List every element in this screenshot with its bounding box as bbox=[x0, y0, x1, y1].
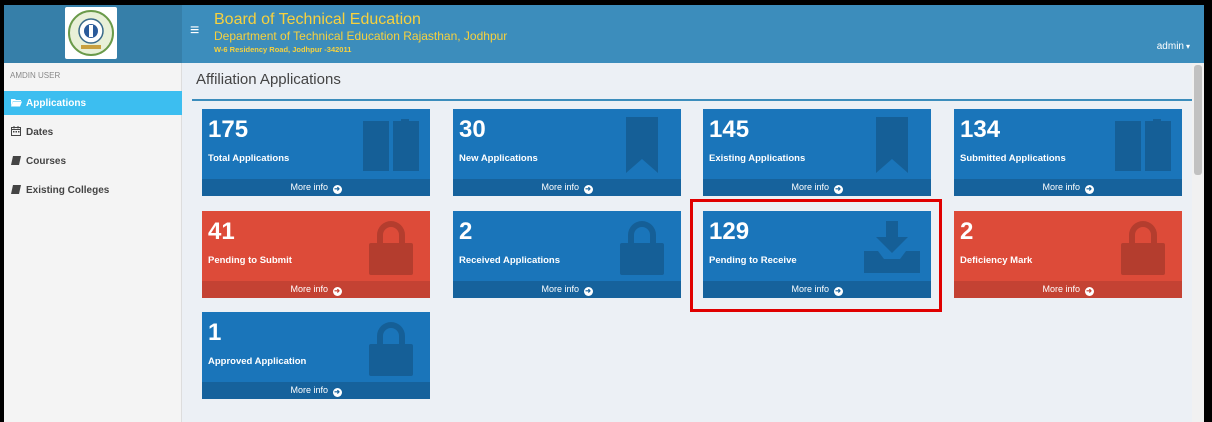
more-info-link[interactable]: More info ➜ bbox=[954, 179, 1182, 196]
more-info-label: More info bbox=[541, 182, 579, 192]
more-info-label: More info bbox=[791, 182, 829, 192]
user-name: admin bbox=[1156, 41, 1184, 52]
more-info-link[interactable]: More info ➜ bbox=[453, 179, 681, 196]
more-info-link[interactable]: More info ➜ bbox=[202, 281, 430, 298]
page-title: Affiliation Applications bbox=[196, 71, 341, 88]
tile-label: Total Applications bbox=[208, 153, 290, 164]
sidebar-toggle-icon[interactable]: ≡ bbox=[190, 23, 199, 39]
book-open-icon bbox=[363, 119, 419, 171]
tile-value: 2 bbox=[459, 218, 473, 245]
sidebar-item-dates[interactable]: Dates bbox=[4, 120, 182, 144]
arrow-circle-right-icon: ➜ bbox=[1084, 287, 1094, 296]
book-open-icon bbox=[1115, 119, 1171, 171]
book-icon bbox=[10, 155, 22, 167]
tile-label: Approved Application bbox=[208, 356, 307, 367]
lock-icon bbox=[1121, 221, 1165, 275]
sidebar-item-label: Applications bbox=[26, 97, 87, 109]
tile-label: Deficiency Mark bbox=[960, 255, 1033, 266]
tile-pending-to-submit: 41 Pending to Submit More info ➜ bbox=[202, 211, 430, 298]
tile-value: 175 bbox=[208, 116, 249, 143]
sidebar-item-existing-colleges[interactable]: Existing Colleges bbox=[4, 178, 182, 202]
tile-received-applications: 2 Received Applications More info ➜ bbox=[453, 211, 681, 298]
brand-address: W-6 Residency Road, Jodhpur -342011 bbox=[214, 45, 352, 54]
sidebar-item-applications[interactable]: Applications bbox=[4, 91, 182, 115]
arrow-circle-right-icon: ➜ bbox=[1084, 185, 1094, 194]
tile-label: Pending to Submit bbox=[208, 255, 292, 266]
brand-subtitle: Department of Technical Education Rajast… bbox=[214, 29, 508, 43]
tile-value: 41 bbox=[208, 218, 235, 245]
arrow-circle-right-icon: ➜ bbox=[332, 388, 342, 397]
calendar-icon bbox=[10, 126, 22, 138]
more-info-link[interactable]: More info ➜ bbox=[703, 179, 931, 196]
tile-approved-application: 1 Approved Application More info ➜ bbox=[202, 312, 430, 399]
tile-label: Submitted Applications bbox=[960, 153, 1066, 164]
tile-total-applications: 175 Total Applications More info ➜ bbox=[202, 109, 430, 196]
sidebar-item-label: Dates bbox=[26, 126, 54, 138]
emblem-logo bbox=[65, 7, 117, 59]
more-info-link[interactable]: More info ➜ bbox=[954, 281, 1182, 298]
sidebar-header: AMDIN USER bbox=[10, 71, 61, 80]
more-info-link[interactable]: More info ➜ bbox=[453, 281, 681, 298]
arrow-circle-right-icon: ➜ bbox=[583, 185, 593, 194]
folder-open-icon bbox=[10, 98, 22, 109]
more-info-label: More info bbox=[290, 182, 328, 192]
more-info-link[interactable]: More info ➜ bbox=[202, 179, 430, 196]
more-info-label: More info bbox=[541, 284, 579, 294]
more-info-label: More info bbox=[1042, 284, 1080, 294]
more-info-label: More info bbox=[290, 385, 328, 395]
caret-down-icon: ▾ bbox=[1185, 42, 1190, 51]
tile-label: Existing Applications bbox=[709, 153, 806, 164]
top-header: ≡ Board of Technical Education Departmen… bbox=[4, 5, 1204, 63]
bookmark-icon bbox=[626, 117, 658, 173]
arrow-circle-right-icon: ➜ bbox=[583, 287, 593, 296]
tile-value: 1 bbox=[208, 319, 222, 346]
tile-value: 30 bbox=[459, 116, 486, 143]
sidebar-item-label: Courses bbox=[26, 155, 67, 167]
tile-value: 145 bbox=[709, 116, 750, 143]
app-frame: ≡ Board of Technical Education Departmen… bbox=[4, 5, 1204, 422]
more-info-link[interactable]: More info ➜ bbox=[202, 382, 430, 399]
tile-new-applications: 30 New Applications More info ➜ bbox=[453, 109, 681, 196]
tile-value: 134 bbox=[960, 116, 1001, 143]
lock-icon bbox=[620, 221, 664, 275]
tile-label: Received Applications bbox=[459, 255, 561, 266]
tile-submitted-applications: 134 Submitted Applications More info ➜ bbox=[954, 109, 1182, 196]
tile-value: 2 bbox=[960, 218, 974, 245]
tile-label: New Applications bbox=[459, 153, 538, 164]
arrow-circle-right-icon: ➜ bbox=[332, 287, 342, 296]
tile-deficiency-mark: 2 Deficiency Mark More info ➜ bbox=[954, 211, 1182, 298]
tile-existing-applications: 145 Existing Applications More info ➜ bbox=[703, 109, 931, 196]
arrow-circle-right-icon: ➜ bbox=[833, 185, 843, 194]
title-divider bbox=[192, 99, 1192, 101]
more-info-label: More info bbox=[290, 284, 328, 294]
logo-area[interactable] bbox=[4, 5, 182, 63]
sidebar-item-courses[interactable]: Courses bbox=[4, 149, 182, 173]
highlight-annotation bbox=[690, 199, 942, 312]
more-info-label: More info bbox=[1042, 182, 1080, 192]
sidebar-item-label: Existing Colleges bbox=[26, 184, 110, 196]
bookmark-icon bbox=[876, 117, 908, 173]
lock-icon bbox=[369, 322, 413, 376]
scrollbar-thumb[interactable] bbox=[1194, 65, 1202, 175]
arrow-circle-right-icon: ➜ bbox=[332, 185, 342, 194]
brand-title: Board of Technical Education bbox=[214, 11, 421, 28]
sidebar: AMDIN USER Applications Dates Courses Ex… bbox=[4, 63, 182, 422]
user-menu[interactable]: admin ▾ bbox=[1157, 41, 1190, 52]
book-icon bbox=[10, 184, 22, 196]
lock-icon bbox=[369, 221, 413, 275]
